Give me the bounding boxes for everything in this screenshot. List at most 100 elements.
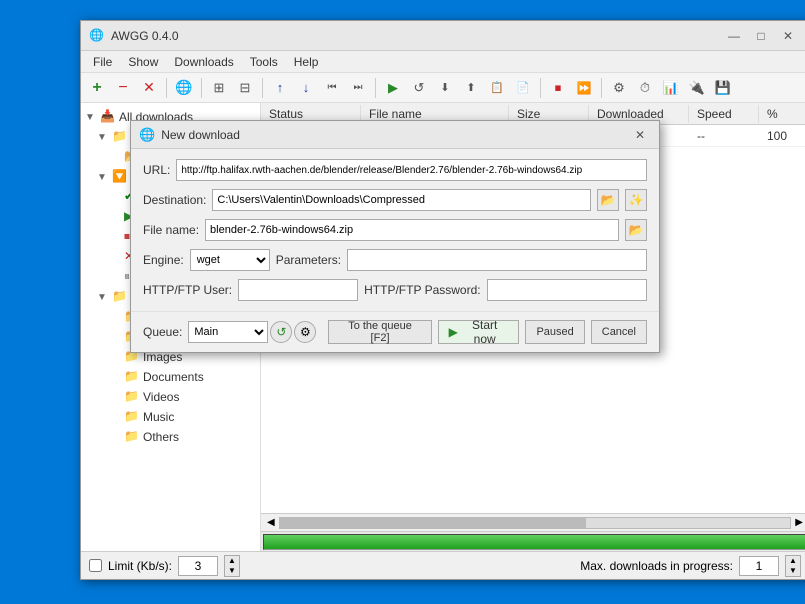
tree-videos[interactable]: 📁 Videos	[81, 387, 260, 407]
status-left: Limit (Kb/s): ▲ ▼	[89, 555, 240, 577]
menu-show[interactable]: Show	[120, 53, 166, 71]
sep2	[201, 78, 202, 98]
max-spinner: ▲ ▼	[785, 555, 801, 577]
destination-input[interactable]	[212, 189, 591, 211]
tb-last[interactable]: ⏭	[346, 76, 370, 100]
tb-list1[interactable]: ⊞	[207, 76, 231, 100]
tb-refresh[interactable]: ↺	[407, 76, 431, 100]
arrow-errors	[109, 252, 121, 263]
max-label: Max. downloads in progress:	[580, 559, 733, 573]
tree-documents[interactable]: 📁 Documents	[81, 367, 260, 387]
url-label: URL:	[143, 163, 170, 177]
tb-clip1[interactable]: 📋	[485, 76, 509, 100]
limit-input[interactable]	[178, 556, 218, 576]
arrow-all: ▼	[85, 112, 97, 123]
tb-start[interactable]: ▶	[381, 76, 405, 100]
tb-stats[interactable]: 📊	[659, 76, 683, 100]
minimize-button[interactable]: —	[721, 25, 747, 47]
http-pass-input[interactable]	[487, 279, 647, 301]
engine-select[interactable]: wget aria2c curl	[190, 249, 270, 271]
scroll-track[interactable]	[279, 517, 792, 529]
engine-label: Engine:	[143, 253, 184, 267]
horizontal-scrollbar: ◀ ▶	[261, 513, 805, 531]
dialog-title-bar: 🌐 New download ✕	[131, 121, 659, 149]
progress-track	[263, 534, 805, 550]
destination-new-btn[interactable]: ✨	[625, 189, 647, 211]
tb-up[interactable]: ↑	[268, 76, 292, 100]
tree-others[interactable]: 📁 Others	[81, 427, 260, 447]
menu-downloads[interactable]: Downloads	[166, 53, 241, 71]
tb-browser[interactable]: 🌐	[172, 76, 196, 100]
maximize-button[interactable]: □	[748, 25, 774, 47]
max-input[interactable]	[739, 556, 779, 576]
tb-settings[interactable]: ⚙	[607, 76, 631, 100]
start-now-label: Start now	[461, 318, 509, 346]
filename-input[interactable]	[205, 219, 619, 241]
tb-connect[interactable]: 🔌	[685, 76, 709, 100]
dialog-footer: Queue: Main Default ↺ ⚙ To the queue [F2…	[131, 311, 659, 352]
menu-tools[interactable]: Tools	[242, 53, 286, 71]
tb-remove[interactable]: −	[111, 76, 135, 100]
tb-upload[interactable]: ⬆	[459, 76, 483, 100]
icon-documents: 📁	[124, 369, 140, 385]
tb-schedule[interactable]: ⏱	[633, 76, 657, 100]
tb-list2[interactable]: ⊟	[233, 76, 257, 100]
destination-browse-btn[interactable]: 📂	[597, 189, 619, 211]
menu-bar: File Show Downloads Tools Help	[81, 51, 805, 73]
window-title: AWGG 0.4.0	[111, 29, 721, 43]
tb-save[interactable]: 💾	[711, 76, 735, 100]
progress-area	[261, 531, 805, 551]
queue-refresh-btn[interactable]: ↺	[270, 321, 292, 343]
filename-browse-btn[interactable]: 📂	[625, 219, 647, 241]
limit-up[interactable]: ▲	[225, 556, 239, 566]
to-queue-button[interactable]: To the queue [F2]	[328, 320, 431, 344]
menu-help[interactable]: Help	[286, 53, 327, 71]
label-documents: Documents	[143, 370, 204, 384]
scroll-thumb[interactable]	[280, 518, 586, 528]
menu-file[interactable]: File	[85, 53, 120, 71]
params-input[interactable]	[347, 249, 647, 271]
title-controls: — □ ✕	[721, 25, 801, 47]
scroll-left-btn[interactable]: ◀	[263, 517, 279, 528]
tb-resume[interactable]: ⏩	[572, 76, 596, 100]
title-bar: 🌐 AWGG 0.4.0 — □ ✕	[81, 21, 805, 51]
limit-label: Limit (Kb/s):	[108, 559, 172, 573]
tb-down[interactable]: ↓	[294, 76, 318, 100]
tb-stop-all[interactable]: ⏹	[546, 76, 570, 100]
dialog-close-button[interactable]: ✕	[629, 125, 651, 145]
limit-down[interactable]: ▼	[225, 566, 239, 576]
engine-row: Engine: wget aria2c curl Parameters:	[143, 249, 647, 271]
scroll-right-btn[interactable]: ▶	[791, 517, 805, 528]
url-row: URL:	[143, 159, 647, 181]
tb-add[interactable]: +	[85, 76, 109, 100]
start-now-button[interactable]: ▶ Start now	[438, 320, 520, 344]
http-user-input[interactable]	[238, 279, 358, 301]
tb-download[interactable]: ⬇	[433, 76, 457, 100]
arrow-paused	[109, 272, 121, 283]
queue-label: Queue:	[143, 325, 182, 339]
max-down[interactable]: ▼	[786, 566, 800, 576]
app-icon: 🌐	[89, 28, 105, 44]
tb-first[interactable]: ⏮	[320, 76, 344, 100]
sep3	[262, 78, 263, 98]
tb-clip2[interactable]: 📄	[511, 76, 535, 100]
tree-music[interactable]: 📁 Music	[81, 407, 260, 427]
max-up[interactable]: ▲	[786, 556, 800, 566]
status-right: Max. downloads in progress: ▲ ▼	[580, 555, 801, 577]
tb-stop-red[interactable]: ✕	[137, 76, 161, 100]
cancel-button[interactable]: Cancel	[591, 320, 647, 344]
arrow-music	[109, 412, 121, 423]
th-pct: %	[759, 105, 805, 123]
status-bar: Limit (Kb/s): ▲ ▼ Max. downloads in prog…	[81, 551, 805, 579]
filename-row: File name: 📂	[143, 219, 647, 241]
queue-select[interactable]: Main Default	[188, 321, 268, 343]
url-input[interactable]	[176, 159, 647, 181]
queue-settings-btn[interactable]: ⚙	[294, 321, 316, 343]
paused-button[interactable]: Paused	[525, 320, 584, 344]
arrow-categories: ▼	[97, 292, 109, 303]
td-speed: --	[689, 127, 759, 145]
start-icon: ▶	[449, 325, 458, 339]
limit-checkbox[interactable]	[89, 559, 102, 572]
dialog-body: URL: Destination: 📂 ✨ File name: 📂 Engin…	[131, 149, 659, 311]
close-button[interactable]: ✕	[775, 25, 801, 47]
